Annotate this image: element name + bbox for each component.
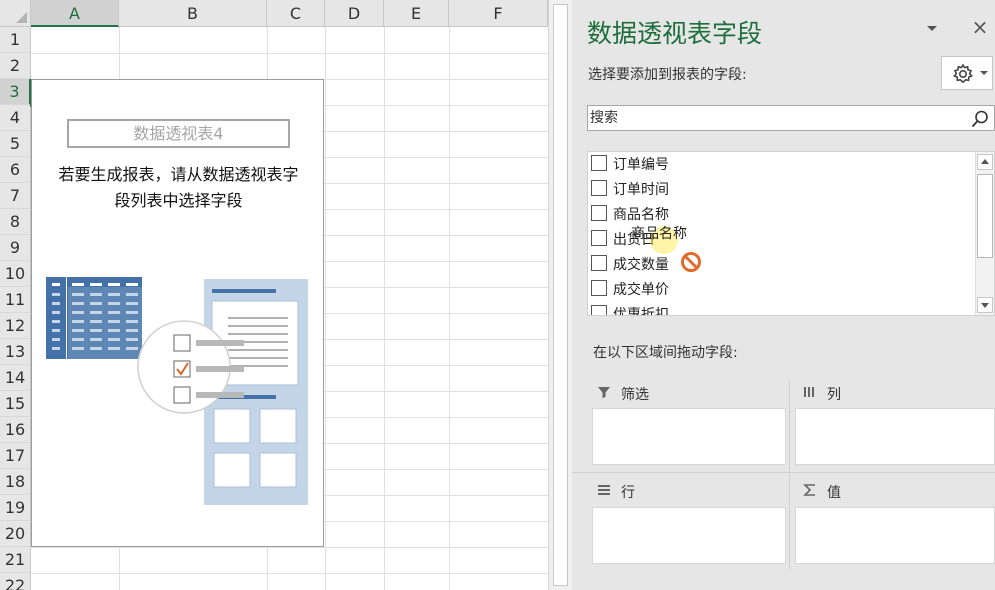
row-header-2[interactable]: 2 [0, 53, 31, 79]
row-header-7[interactable]: 7 [0, 183, 31, 209]
field-item[interactable]: 订单时间 [588, 177, 968, 202]
areas-label: 在以下区域间拖动字段: [593, 345, 738, 361]
values-area-header: 值 [800, 480, 990, 506]
rows-area-label: 行 [621, 485, 635, 501]
row-header-21[interactable]: 21 [0, 547, 31, 573]
select-all-corner[interactable] [0, 0, 31, 27]
area-divider [572, 472, 995, 473]
values-drop-zone[interactable] [795, 507, 995, 564]
rows-drop-zone[interactable] [592, 507, 786, 564]
row-header-17[interactable]: 17 [0, 443, 31, 469]
column-header-e[interactable]: E [384, 0, 449, 27]
row-header-11[interactable]: 11 [0, 287, 31, 313]
columns-icon [804, 387, 814, 397]
row-header-5[interactable]: 5 [0, 131, 31, 157]
row-header-3[interactable]: 3 [0, 79, 31, 105]
columns-area-header: 列 [800, 382, 990, 408]
search-icon[interactable] [970, 109, 990, 129]
field-item[interactable]: 订单编号 [588, 152, 968, 177]
pane-title: 数据透视表字段 [587, 19, 763, 48]
filter-icon [598, 387, 610, 398]
pivot-table-name: 数据透视表4 [67, 119, 290, 148]
no-drop-icon [681, 252, 701, 272]
field-label: 商品名称 [613, 207, 669, 223]
row-header-6[interactable]: 6 [0, 157, 31, 183]
sheet-vertical-scrollbar[interactable] [548, 0, 572, 590]
column-header-a[interactable]: A [31, 0, 119, 27]
rows-icon [598, 485, 610, 495]
table-graphic-icon [46, 277, 142, 359]
row-header-4[interactable]: 4 [0, 105, 31, 131]
field-item[interactable]: 优惠折扣 [588, 302, 968, 316]
column-header-b[interactable]: B [119, 0, 267, 27]
field-checkbox[interactable] [591, 230, 607, 246]
rows-area-header: 行 [594, 480, 784, 506]
columns-drop-zone[interactable] [795, 408, 995, 465]
filter-area-header: 筛选 [594, 382, 784, 408]
row-header-13[interactable]: 13 [0, 339, 31, 365]
field-list-scrollbar[interactable] [975, 152, 994, 315]
field-label: 成交数量 [613, 257, 669, 273]
pivot-table-hint: 若要生成报表，请从数据透视表字 段列表中选择字段 [58, 165, 299, 210]
field-label: 优惠折扣 [613, 307, 669, 316]
drag-ghost-label: 商品名称 [631, 226, 687, 242]
row-header-10[interactable]: 10 [0, 261, 31, 287]
field-label: 订单编号 [613, 157, 669, 173]
field-checkbox[interactable] [591, 280, 607, 296]
pivot-table-placeholder[interactable]: 数据透视表4 若要生成报表，请从数据透视表字 段列表中选择字段 [31, 79, 324, 547]
field-checkbox[interactable] [591, 255, 607, 271]
pane-subtitle: 选择要添加到报表的字段: [588, 67, 747, 83]
chevron-up-icon [981, 159, 989, 164]
field-item[interactable]: 成交数量 [588, 252, 968, 277]
columns-area-label: 列 [827, 387, 841, 403]
row-header-16[interactable]: 16 [0, 417, 31, 443]
field-checkbox[interactable] [591, 305, 607, 315]
sigma-icon [803, 484, 815, 496]
row-header-9[interactable]: 9 [0, 235, 31, 261]
row-header-20[interactable]: 20 [0, 521, 31, 547]
filter-area-label: 筛选 [621, 387, 649, 403]
column-header-d[interactable]: D [325, 0, 384, 27]
field-checkbox[interactable] [591, 155, 607, 171]
spreadsheet-grid[interactable]: A B C D E F 1 2 3 4 5 6 7 8 9 10 11 12 1… [0, 0, 548, 590]
column-header-c[interactable]: C [267, 0, 325, 27]
area-divider [789, 380, 790, 570]
chevron-down-icon [981, 303, 989, 308]
gear-icon [953, 63, 973, 84]
scrollbar-thumb[interactable] [553, 4, 568, 586]
values-area-label: 值 [827, 485, 841, 501]
pivot-illustration [46, 277, 308, 505]
field-search-box[interactable] [587, 105, 995, 131]
tools-button[interactable] [941, 56, 993, 90]
field-checkbox[interactable] [591, 205, 607, 221]
scroll-down-button[interactable] [977, 297, 993, 313]
field-checkbox[interactable] [591, 180, 607, 196]
row-header-15[interactable]: 15 [0, 391, 31, 417]
field-item[interactable]: 成交单价 [588, 277, 968, 302]
chevron-down-icon[interactable] [924, 20, 940, 36]
column-header-f[interactable]: F [449, 0, 548, 27]
row-header-19[interactable]: 19 [0, 495, 31, 521]
field-label: 订单时间 [613, 182, 669, 198]
filter-drop-zone[interactable] [592, 408, 786, 465]
field-search-input[interactable] [590, 109, 960, 127]
row-header-22[interactable]: 22 [0, 573, 31, 590]
field-label: 成交单价 [613, 282, 669, 298]
row-header-1[interactable]: 1 [0, 27, 31, 53]
row-header-8[interactable]: 8 [0, 209, 31, 235]
close-icon[interactable]: × [970, 17, 990, 37]
row-header-18[interactable]: 18 [0, 469, 31, 495]
row-header-12[interactable]: 12 [0, 313, 31, 339]
pivot-field-list-pane: 数据透视表字段 × 选择要添加到报表的字段: 订单编号 订单时间 [572, 0, 995, 590]
row-header-14[interactable]: 14 [0, 365, 31, 391]
scroll-up-button[interactable] [977, 154, 993, 170]
scrollbar-thumb[interactable] [977, 174, 993, 258]
chevron-down-icon [980, 71, 988, 75]
